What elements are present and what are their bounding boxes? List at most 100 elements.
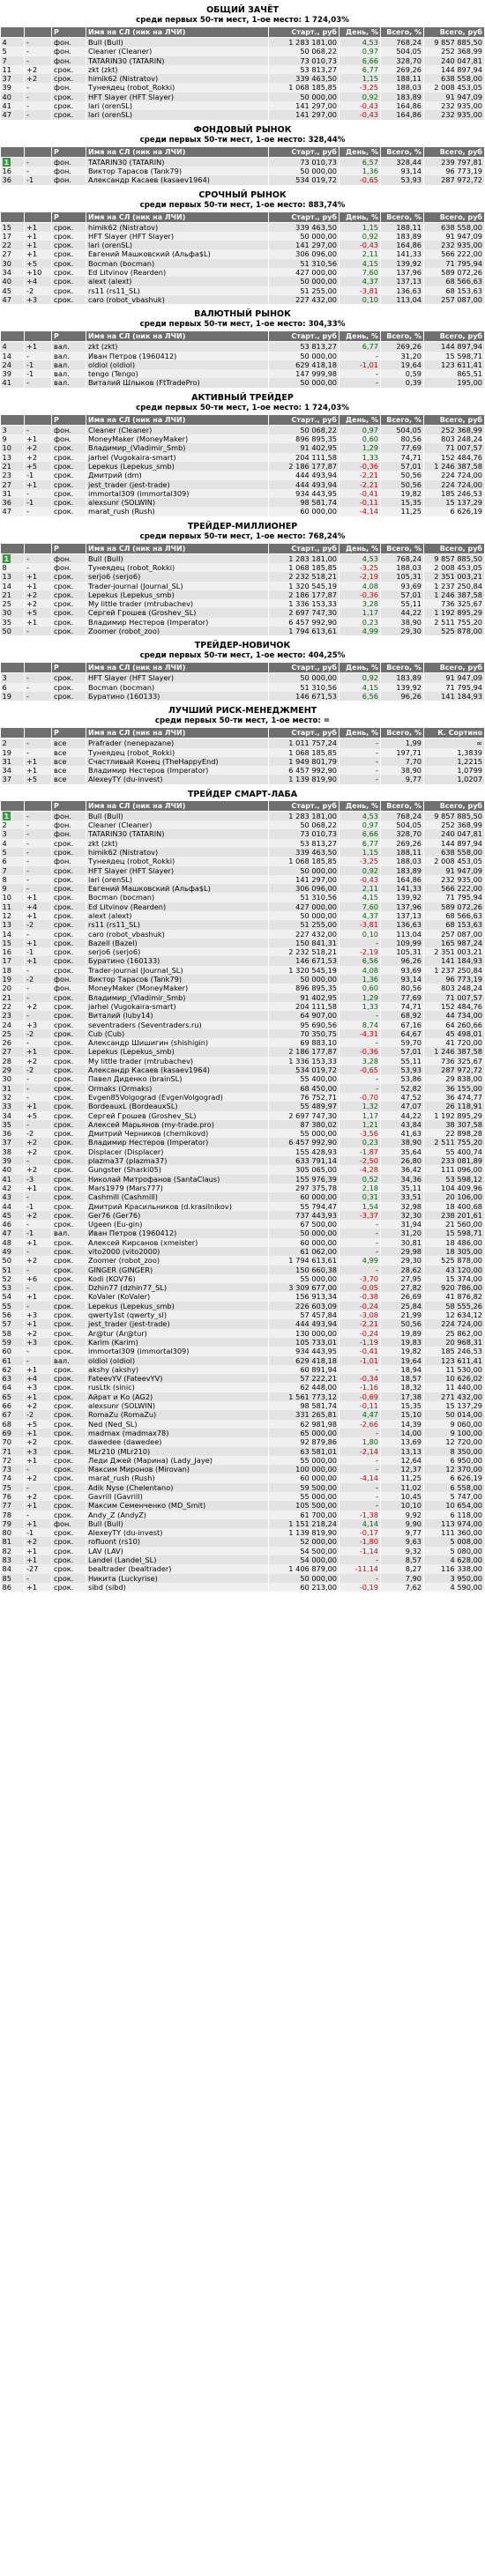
table-row: 56 +3 срок. qwerty1st (qwerty_sl) 57 457,84-… [0,1310,485,1320]
day-pct-cell: 4,14 [339,1518,381,1529]
market-cell: срок. [51,452,86,462]
start-capital-cell: 339 463,50 [268,74,340,84]
market-cell: срок. [51,1102,86,1111]
rank-cell: 85 [0,1573,25,1583]
table-row: 47- срок. lari (orenSL) 141 297,00 -0,43 164,… [0,110,485,120]
rank-cell: 17 [0,956,25,966]
column-header: Всего, руб [423,145,485,158]
column-header: Старт., руб [268,330,340,343]
market-cell: срок. [51,1028,86,1039]
rank-cell: 37 [0,74,25,84]
change-cell: -2 [24,1410,52,1420]
change-cell: -1 [24,947,52,957]
name-cell: Павел Диденко (brainSL) [86,1074,269,1084]
day-pct-cell: -0,34 [339,1374,381,1384]
rank-cell: 25 [0,599,25,609]
day-pct-cell: 1,15 [339,847,381,857]
day-pct-cell: -4,28 [339,1165,381,1175]
total-rub-cell: 240 047,81 [423,56,485,65]
start-capital-cell: 60 000,00 [268,1192,340,1202]
change-cell: +1 [24,956,52,966]
table-row: 67 -2 срок. RomaZu (RomaZu) 331 265,81 4,47 15… [0,1410,485,1420]
rank-cell: 7 [0,56,25,65]
total-pct-cell: 328,44 [380,157,424,167]
total-pct-cell: 183,89 [380,231,424,241]
section-subtitle: среди первых 50-ти мест, 1-ое место: 1 7… [136,16,349,25]
total-pct-cell: 8,57 [380,1555,424,1565]
market-cell: срок. [51,929,86,939]
change-cell: - [24,1220,52,1229]
market-cell: все [51,766,86,776]
rank-cell: 16 [0,166,25,176]
day-pct-cell: -3,08 [339,1310,381,1320]
name-cell: Айрат и Ко (AG2) [86,1392,269,1402]
total-rub-cell: 15 137,29 [423,498,485,508]
change-cell: - [24,110,52,120]
total-rub-cell: 638 558,00 [423,847,485,857]
rank-cell: 36 [0,498,25,508]
rank-cell: 73 [0,1465,25,1474]
rank-cell: 13 [0,920,25,930]
market-cell: срок. [51,1328,86,1338]
name-cell: Александр Касаев (kasaev1964) [86,175,269,185]
start-capital-cell: 2 697 747,30 [268,608,340,618]
start-capital-cell: 1 151 218,24 [268,1518,340,1529]
name-cell: Cashmill (Cashmill) [86,1192,269,1202]
rank-cell: 11 [0,902,25,911]
day-pct-cell: 6,66 [339,829,381,839]
table-row: 36 -1 фон. Александр Касаев (kasaev1964) 534… [0,175,485,185]
day-pct-cell: -3,56 [339,1129,381,1139]
day-pct-cell: -0,69 [339,1392,381,1402]
day-pct-cell: - [339,1573,381,1583]
column-header: День, % [339,145,381,158]
day-pct-cell: -0,65 [339,1065,381,1075]
total-rub-cell: 525 878,00 [423,1256,485,1266]
name-cell: Andy_Z (AndyZ) [86,1510,269,1519]
table-row: 50- срок. Zoomer (robot_zoo) 1 794 613,61 4,… [0,627,485,636]
change-cell: +1 [24,617,52,627]
total-pct-cell: 19,64 [380,1355,424,1365]
total-rub-cell: 1 237 250,84 [423,965,485,976]
change-cell: +10 [24,268,52,278]
start-capital-cell: 51 255,00 [268,286,340,295]
total-rub-cell: 238 201,61 [423,1210,485,1221]
total-rub-cell: 9 857 885,50 [423,811,485,821]
total-rub-cell: 22 898,28 [423,1129,485,1139]
market-cell: срок. [51,920,86,930]
total-rub-cell: 55 400,74 [423,1147,485,1157]
total-pct-cell: 183,89 [380,672,424,683]
total-pct-cell: 1,99 [380,738,424,748]
table-row: 70 +2 срок. dawedee (dawedee) 92 879,86 1,80 1… [0,1437,485,1447]
total-rub-cell: 224 724,00 [423,471,485,480]
name-cell: immortal309 (immortal309) [86,488,269,499]
table-row: 27 +1 срок. Евгений Машковский (Альфа$L) 306… [0,249,485,259]
start-capital-cell: 1 336 153,33 [268,599,340,609]
start-capital-cell: 141 297,00 [268,101,340,111]
start-capital-cell: 55 000,00 [268,1492,340,1502]
total-pct-cell: 139,92 [380,258,424,269]
day-pct-cell: -3,70 [339,1273,381,1284]
day-pct-cell: 4,37 [339,911,381,921]
table-row: 10 +1 срок. Bocman (bocman) 51 310,56 4,15 139… [0,893,485,902]
day-pct-cell: 0,23 [339,617,381,627]
rank-cell: 43 [0,1192,25,1202]
rank-cell: 79 [0,1518,25,1529]
table-row: 13 +2 срок. jarhel (Vugokaira-smart) 204 111… [0,452,485,462]
market-cell: срок. [51,1301,86,1311]
change-cell: - [24,351,52,360]
column-header: Старт., руб [268,26,340,38]
change-cell: -2 [24,1129,52,1139]
start-capital-cell: 60 213,00 [268,1582,340,1592]
total-rub-cell: 185 246,53 [423,488,485,499]
name-cell: plazma37 (plazma37) [86,1156,269,1166]
market-cell: фон. [51,157,86,167]
column-header [24,799,52,812]
day-pct-cell: 6,56 [339,691,381,702]
total-rub-cell: 71 795,94 [423,893,485,902]
start-capital-cell: 98 581,74 [268,1401,340,1411]
rank-cell: 1 [0,157,25,167]
rank-cell: 33 [0,1102,25,1111]
market-cell: срок. [51,222,86,232]
column-header: Р [51,799,86,812]
column-header: Всего, руб [423,211,485,223]
